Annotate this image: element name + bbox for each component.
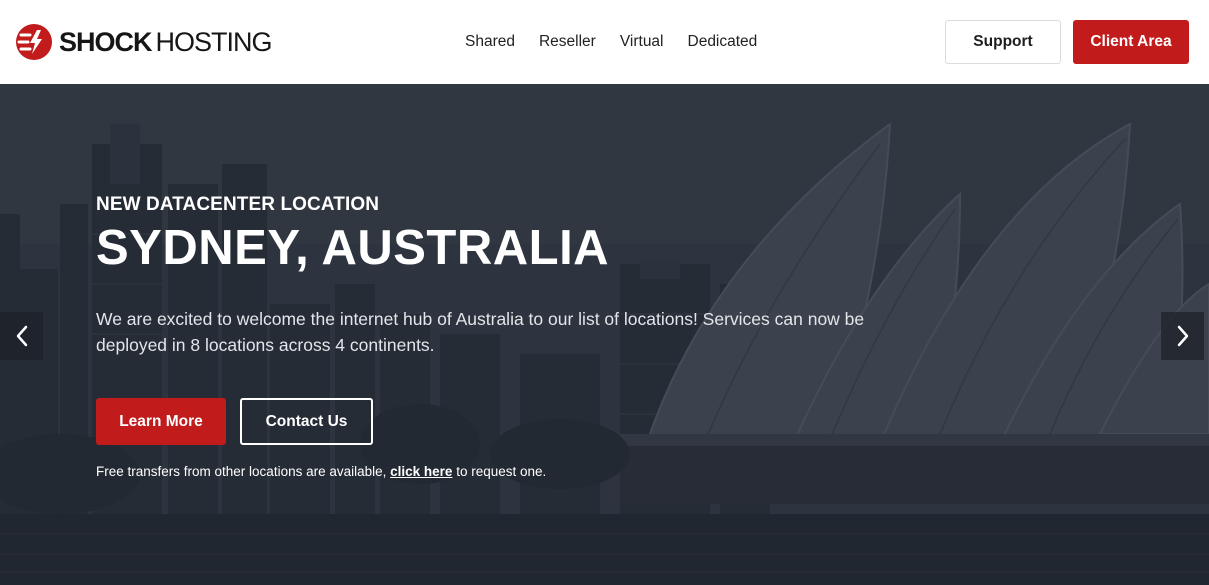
nav-item-virtual[interactable]: Virtual xyxy=(620,30,664,54)
transfer-note: Free transfers from other locations are … xyxy=(96,464,546,479)
hero-banner: NEW DATACENTER LOCATION SYDNEY, AUSTRALI… xyxy=(0,84,1209,585)
transfer-note-suffix: to request one. xyxy=(452,464,547,479)
nav-item-shared[interactable]: Shared xyxy=(465,30,515,54)
slider-prev-button[interactable] xyxy=(0,312,43,360)
hero-title: SYDNEY, AUSTRALIA xyxy=(96,221,610,275)
brand-name-light: HOSTING xyxy=(155,26,273,57)
chevron-left-icon xyxy=(16,325,27,347)
slider-next-button[interactable] xyxy=(1161,312,1204,360)
learn-more-button[interactable]: Learn More xyxy=(96,398,226,445)
hero-description: We are excited to welcome the internet h… xyxy=(96,309,865,355)
client-area-button[interactable]: Client Area xyxy=(1073,20,1189,64)
nav-item-dedicated[interactable]: Dedicated xyxy=(688,30,758,54)
nav-item-reseller[interactable]: Reseller xyxy=(539,30,596,54)
hero-eyebrow: NEW DATACENTER LOCATION xyxy=(96,194,380,215)
brand-name-bold: SHOCK xyxy=(59,26,153,57)
click-here-link[interactable]: click here xyxy=(390,464,452,479)
brand-logo[interactable]: SHOCK HOSTING xyxy=(15,22,273,62)
main-nav: Shared Reseller Virtual Dedicated xyxy=(465,30,781,54)
site-header: SHOCK HOSTING Shared Reseller Virtual Ded… xyxy=(0,0,1209,84)
chevron-right-icon xyxy=(1177,325,1188,347)
support-button[interactable]: Support xyxy=(945,20,1061,64)
contact-us-button[interactable]: Contact Us xyxy=(240,398,373,445)
lightning-logo-icon xyxy=(16,24,52,60)
transfer-note-prefix: Free transfers from other locations are … xyxy=(96,464,391,479)
brand-name: SHOCK HOSTING xyxy=(59,26,273,57)
